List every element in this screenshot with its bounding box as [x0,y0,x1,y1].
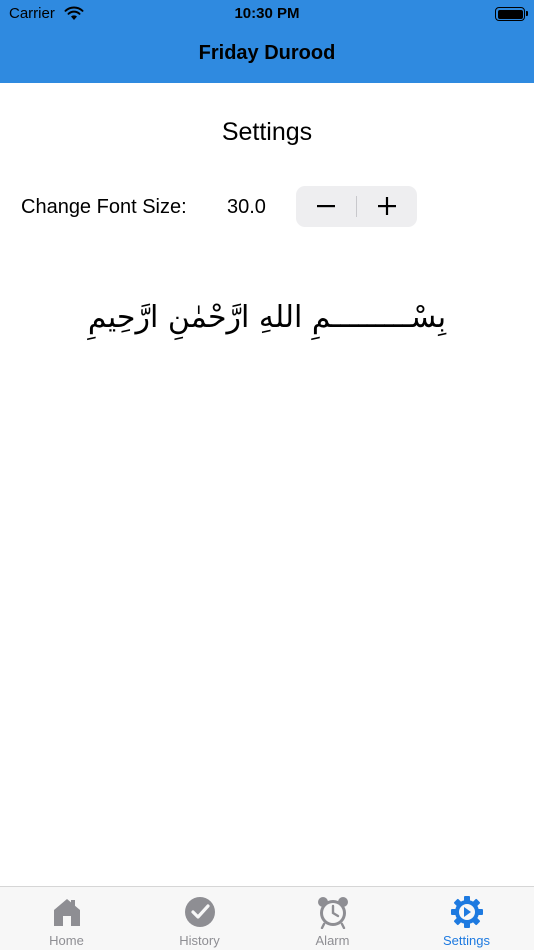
gear-icon [450,896,483,928]
arabic-sample-text: بِسْـــــــــمِ اللهِ ارَّحْمٰنِ ارَّحِي… [87,300,447,335]
page-title: Settings [221,118,313,146]
tab-settings-label: Settings [443,933,490,948]
home-icon [53,899,80,926]
status-time: 10:30 PM [234,5,300,22]
font-size-label: Change Font Size: [21,196,187,218]
decrease-font-button[interactable] [296,186,356,227]
alarm-clock-icon [317,897,348,929]
nav-title: Friday Durood [198,42,336,64]
plus-icon [378,197,396,215]
minus-icon [317,205,335,208]
tab-history-label: History [179,933,220,948]
tab-settings[interactable]: Settings [400,887,533,950]
tab-bar: Home History Alarm Settings [0,886,534,950]
status-bar: Carrier 10:30 PM [0,0,534,30]
increase-font-button[interactable] [357,186,417,227]
battery-icon [495,7,528,21]
font-size-stepper[interactable] [296,186,417,227]
tab-home[interactable]: Home [0,887,133,950]
tab-alarm[interactable]: Alarm [266,887,399,950]
tab-home-label: Home [49,933,84,948]
checkmark-circle-icon [184,897,215,927]
tab-alarm-label: Alarm [315,933,350,948]
top-bar: Carrier 10:30 PM Friday Durood [0,0,534,83]
font-size-value: 30.0 [227,196,266,218]
tab-history[interactable]: History [133,887,266,950]
